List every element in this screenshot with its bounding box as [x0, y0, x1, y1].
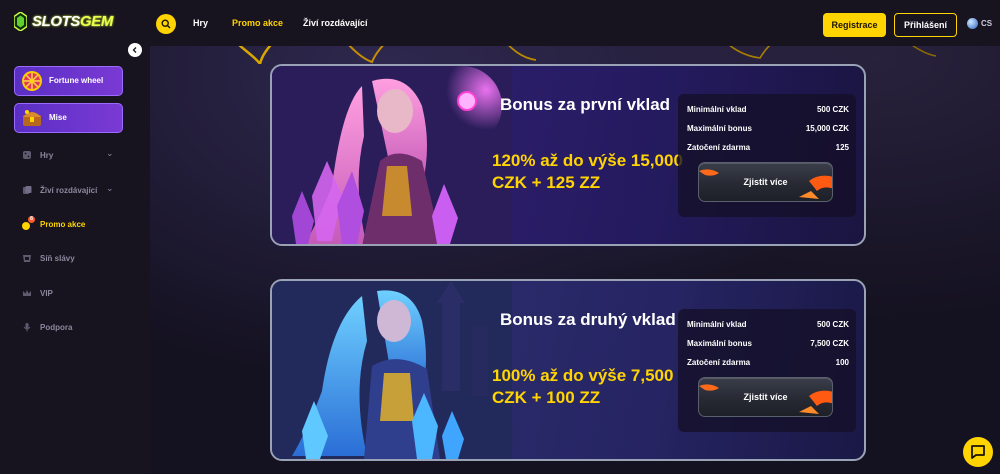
nav-zivi-rozdavajici[interactable]: Živí rozdávající: [303, 18, 368, 28]
live-chat-button[interactable]: [963, 437, 993, 467]
chevron-down-icon[interactable]: ⌄: [106, 183, 114, 194]
elf-character-illustration: [272, 281, 512, 459]
promo-info-box: Minimální vklad 500 CZK Maximální bonus 15…: [678, 94, 856, 217]
info-row: Maximální bonus 15,000 CZK: [687, 124, 849, 133]
fortune-wheel-icon: [22, 71, 42, 91]
learn-more-button[interactable]: Zjistit více: [698, 162, 833, 202]
sidebar-item-label: Síň slávy: [40, 253, 75, 263]
sidebar-item-sin-slavy[interactable]: Síň slávy: [22, 253, 75, 263]
chevron-left-icon: [132, 47, 137, 53]
info-row: Minimální vklad 500 CZK: [687, 105, 849, 114]
cards-icon: [23, 186, 32, 194]
sidebar: Fortune wheel Mise Hry ⌄ Živí rozdávajíc…: [0, 46, 150, 474]
logo-text: SLOTSGEM: [32, 13, 113, 30]
sidebar-item-label: Podpora: [40, 322, 73, 332]
gem-icon: [14, 12, 27, 31]
learn-more-button[interactable]: Zjistit více: [698, 377, 833, 417]
info-row: Zatočení zdarma 125: [687, 143, 849, 152]
sidebar-item-hry[interactable]: Hry: [22, 150, 53, 160]
search-icon: [161, 19, 171, 29]
sidebar-item-label: Hry: [40, 150, 54, 160]
sidebar-item-label: Živí rozdávající: [40, 185, 98, 195]
globe-icon: [967, 18, 978, 29]
promo-title: Bonus za druhý vklad: [500, 310, 676, 329]
microphone-icon: [23, 323, 31, 332]
promo-card-second-deposit: Bonus za druhý vklad 100% až do výše 7,5…: [270, 279, 866, 461]
sidebar-item-podpora[interactable]: Podpora: [22, 322, 72, 332]
language-selector[interactable]: CS: [967, 18, 992, 29]
promo-title: Bonus za první vklad: [500, 95, 671, 114]
promo-offer: 120% až do výše 15,000 CZK + 125 ZZ: [492, 151, 683, 192]
promo-info-box: Minimální vklad 500 CZK Maximální bonus 7,…: [678, 309, 856, 432]
promo-badge: 8: [28, 216, 35, 223]
login-button[interactable]: Přihlášení: [894, 13, 957, 37]
sidebar-item-vip[interactable]: VIP: [22, 288, 53, 298]
sidebar-item-zivi-rozdavajici[interactable]: Živí rozdávající: [22, 185, 97, 195]
info-row: Zatočení zdarma 100: [687, 358, 849, 367]
promo-icon: 8: [22, 216, 35, 230]
chevron-down-icon[interactable]: ⌄: [106, 148, 114, 159]
nav-promo-akce[interactable]: Promo akce: [232, 18, 283, 28]
language-code: CS: [981, 19, 993, 28]
info-row: Maximální bonus 7,500 CZK: [687, 339, 849, 348]
sidebar-item-promo-akce[interactable]: 8 Promo akce: [22, 216, 86, 230]
sidebar-item-label: VIP: [40, 288, 53, 298]
search-button[interactable]: [156, 14, 176, 34]
info-row: Minimální vklad 500 CZK: [687, 320, 849, 329]
sidebar-collapse-button[interactable]: [128, 43, 142, 57]
dice-icon: [23, 151, 31, 159]
hall-of-fame-icon: [23, 255, 31, 262]
register-button[interactable]: Registrace: [823, 13, 886, 37]
promo-offer: 100% až do výše 7,500 CZK + 100 ZZ: [492, 366, 674, 407]
promo-card-first-deposit: Bonus za první vklad 120% až do výše 15,…: [270, 64, 866, 246]
site-logo[interactable]: SLOTSGEM: [14, 12, 113, 31]
sidebar-card-mise[interactable]: Mise: [14, 103, 123, 133]
nav-hry[interactable]: Hry: [193, 18, 208, 28]
treasure-chest-icon: [23, 110, 41, 126]
top-header: SLOTSGEM Hry Promo akce Živí rozdávající…: [0, 0, 1000, 46]
sidebar-card-label: Fortune wheel: [49, 76, 104, 85]
chat-bubble-icon: [971, 445, 985, 459]
sidebar-card-fortune-wheel[interactable]: Fortune wheel: [14, 66, 123, 96]
sidebar-item-label: Promo akce: [40, 219, 86, 229]
crown-icon: [23, 290, 31, 296]
elf-character-illustration: [272, 66, 512, 244]
sidebar-card-label: Mise: [49, 113, 67, 122]
